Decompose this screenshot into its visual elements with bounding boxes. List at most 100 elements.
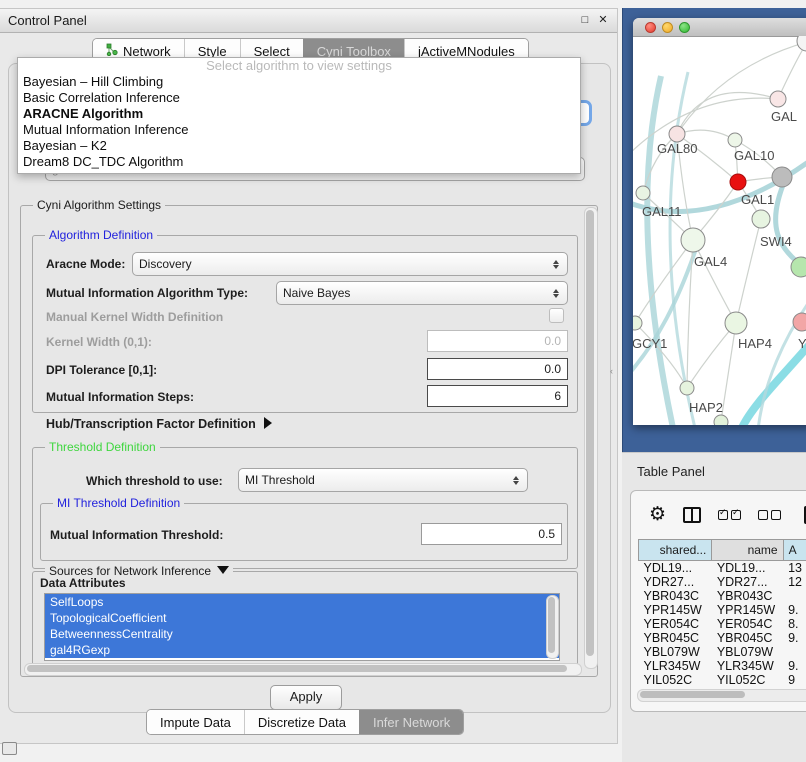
- algorithm-option-bayesian-hill-climbing[interactable]: Bayesian – Hill Climbing: [18, 74, 580, 90]
- kernel-width-input[interactable]: 0.0: [427, 330, 568, 352]
- table-horizontal-scrollbar[interactable]: [637, 689, 806, 702]
- attributes-vertical-scrollbar[interactable]: [546, 595, 559, 659]
- node-selected-red[interactable]: [730, 174, 746, 190]
- table-cell[interactable]: YDR27...: [639, 575, 712, 589]
- minimize-window-icon[interactable]: [662, 22, 673, 33]
- table-cell[interactable]: YBR043C: [639, 589, 712, 603]
- scrollbar-thumb[interactable]: [586, 210, 594, 656]
- network-edge[interactable]: [687, 323, 736, 388]
- network-edge[interactable]: [736, 219, 761, 323]
- table-cell[interactable]: [783, 589, 806, 603]
- table-cell[interactable]: YIL052C: [639, 673, 712, 687]
- settings-vertical-scrollbar[interactable]: [584, 207, 598, 669]
- table-cell[interactable]: YER054C: [639, 617, 712, 631]
- table-cell[interactable]: YER054C: [712, 617, 783, 631]
- table-cell[interactable]: YBR043C: [712, 589, 783, 603]
- node-gal-pink[interactable]: [770, 91, 786, 107]
- table-row[interactable]: YDR27...YDR27...12: [639, 575, 806, 589]
- algorithm-option-aracne-algorithm[interactable]: ARACNE Algorithm: [18, 106, 580, 122]
- zoom-window-icon[interactable]: [679, 22, 690, 33]
- manual-kernel-width-checkbox[interactable]: [549, 308, 564, 323]
- table-cell[interactable]: YBR045C: [712, 631, 783, 645]
- algorithm-option-basic-correlation-inference[interactable]: Basic Correlation Inference: [18, 90, 580, 106]
- table-cell[interactable]: 9: [783, 673, 806, 687]
- node-partial-top[interactable]: [797, 36, 806, 51]
- network-edge[interactable]: [677, 130, 735, 140]
- table-cell[interactable]: YLR345W: [639, 659, 712, 673]
- attribute-item-betweennesscentrality[interactable]: BetweennessCentrality: [45, 626, 559, 642]
- table-cell[interactable]: 12: [783, 575, 806, 589]
- hub-definition-toggle[interactable]: Hub/Transcription Factor Definition: [46, 417, 272, 431]
- column-header-a[interactable]: A: [783, 540, 806, 561]
- node-gal80[interactable]: [669, 126, 685, 142]
- mi-threshold-input[interactable]: 0.5: [421, 523, 562, 545]
- column-header-shared[interactable]: shared...: [639, 540, 712, 561]
- node-gcy1[interactable]: [633, 316, 642, 330]
- node-hap4[interactable]: [725, 312, 747, 334]
- close-panel-icon[interactable]: ✕: [597, 14, 609, 26]
- node-partial-bottom[interactable]: [714, 415, 728, 425]
- node-gal4[interactable]: [681, 228, 705, 252]
- table-cell[interactable]: YLR345W: [712, 659, 783, 673]
- node-salmon[interactable]: [793, 313, 806, 331]
- column-header-name[interactable]: name: [712, 540, 783, 561]
- network-canvas[interactable]: GALGAL80GAL10GAL1GAL11GAL4GCY1HAP4YHAP2S…: [633, 36, 806, 425]
- table-cell[interactable]: 9.: [783, 603, 806, 617]
- table-cell[interactable]: 8.: [783, 617, 806, 631]
- table-cell[interactable]: YDR27...: [712, 575, 783, 589]
- node-gray[interactable]: [772, 167, 792, 187]
- which-threshold-combo[interactable]: MI Threshold: [238, 468, 528, 492]
- table-cell[interactable]: 9.: [783, 659, 806, 673]
- table-row[interactable]: YIL052CYIL052C9: [639, 673, 806, 687]
- table-cell[interactable]: 13: [783, 561, 806, 576]
- bottom-tab-impute-data[interactable]: Impute Data: [147, 710, 244, 734]
- table-cell[interactable]: [783, 645, 806, 659]
- gear-icon[interactable]: ⚙: [649, 505, 666, 525]
- node-attribute-table[interactable]: shared...nameA YDL19...YDL19...13YDR27..…: [638, 539, 806, 687]
- table-row[interactable]: YPR145WYPR145W9.: [639, 603, 806, 617]
- table-row[interactable]: YBR045CYBR045C9.: [639, 631, 806, 645]
- node-gal1[interactable]: [752, 210, 770, 228]
- splitter-chevron-icon[interactable]: ‹: [610, 366, 613, 376]
- scrollbar-thumb[interactable]: [640, 691, 745, 698]
- node-gal11[interactable]: [636, 186, 650, 200]
- deselect-all-columns-icon[interactable]: [758, 510, 781, 520]
- table-cell[interactable]: YBL079W: [639, 645, 712, 659]
- attribute-item-topologicalcoefficient[interactable]: TopologicalCoefficient: [45, 610, 559, 626]
- attribute-item-gal4rgexp[interactable]: gal4RGexp: [45, 642, 559, 658]
- float-panel-icon[interactable]: □: [579, 14, 591, 26]
- scrollbar-thumb[interactable]: [548, 597, 555, 653]
- dpi-tolerance-input[interactable]: 0.0: [427, 358, 568, 380]
- table-row[interactable]: YDL19...YDL19...13: [639, 561, 806, 576]
- table-cell[interactable]: 9.: [783, 631, 806, 645]
- table-row[interactable]: YER054CYER054C8.: [639, 617, 806, 631]
- aracne-mode-combo[interactable]: Discovery: [132, 252, 568, 276]
- node-green-right[interactable]: [791, 257, 806, 277]
- attribute-item-selfloops[interactable]: SelfLoops: [45, 594, 559, 610]
- bottom-tab-infer-network[interactable]: Infer Network: [359, 710, 463, 734]
- columns-icon[interactable]: [683, 507, 701, 523]
- table-row[interactable]: YLR345WYLR345W9.: [639, 659, 806, 673]
- select-all-columns-icon[interactable]: [718, 510, 741, 520]
- mi-algorithm-type-combo[interactable]: Naive Bayes: [276, 281, 568, 305]
- node-hap2[interactable]: [680, 381, 694, 395]
- docked-panel-icon[interactable]: [2, 742, 17, 755]
- network-edge[interactable]: [693, 240, 736, 323]
- apply-button[interactable]: Apply: [270, 685, 342, 710]
- table-cell[interactable]: YIL052C: [712, 673, 783, 687]
- network-window-titlebar[interactable]: [633, 18, 806, 37]
- table-cell[interactable]: YDL19...: [712, 561, 783, 576]
- table-row[interactable]: YBR043CYBR043C: [639, 589, 806, 603]
- bottom-tab-discretize-data[interactable]: Discretize Data: [244, 710, 359, 734]
- close-window-icon[interactable]: [645, 22, 656, 33]
- table-cell[interactable]: YBL079W: [712, 645, 783, 659]
- scrollbar-thumb[interactable]: [27, 665, 567, 672]
- table-cell[interactable]: YDL19...: [639, 561, 712, 576]
- algorithm-option-mutual-information-inference[interactable]: Mutual Information Inference: [18, 122, 580, 138]
- algorithm-option-bayesian-k2[interactable]: Bayesian – K2: [18, 138, 580, 154]
- node-gal10[interactable]: [728, 133, 742, 147]
- data-attributes-list[interactable]: SelfLoopsTopologicalCoefficientBetweenne…: [44, 593, 560, 661]
- algorithm-option-dream8-dc-tdc-algorithm[interactable]: Dream8 DC_TDC Algorithm: [18, 154, 580, 170]
- table-cell[interactable]: YPR145W: [712, 603, 783, 617]
- settings-horizontal-scrollbar[interactable]: [24, 663, 582, 676]
